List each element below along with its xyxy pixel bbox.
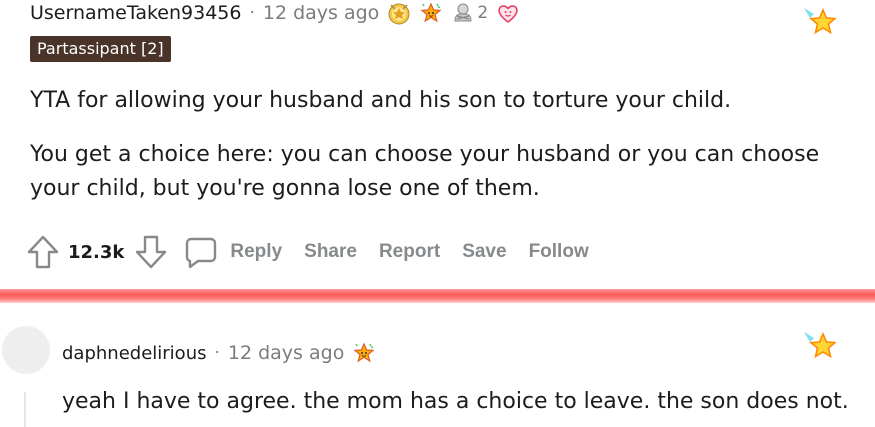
comment-author[interactable]: UsernameTaken93456 (30, 2, 241, 24)
meta-separator: · (249, 3, 255, 23)
reply-button[interactable]: Reply (230, 241, 282, 263)
reply-body: yeah I have to agree. the mom has a choi… (62, 389, 849, 414)
give-award-icon[interactable] (800, 328, 838, 368)
hugz-award-icon[interactable] (451, 1, 475, 25)
award-count: 2 (477, 3, 489, 23)
downvote-arrow-icon[interactable] (134, 234, 168, 270)
comment-timestamp[interactable]: 12 days ago (263, 2, 379, 24)
comment-actions: 12.3k Reply Share Report Save Follow (26, 232, 589, 272)
wholesome-award-icon[interactable] (419, 1, 443, 25)
reply-header: daphnedelirious · 12 days ago (62, 339, 376, 367)
vote-score: 12.3k (68, 241, 125, 263)
save-button[interactable]: Save (462, 241, 506, 263)
comment-header: UsernameTaken93456 · 12 days ago 2 (30, 0, 520, 26)
wholesome-award-icon[interactable] (352, 341, 376, 365)
user-flair: Partassipant [2] (30, 36, 171, 62)
section-divider (0, 289, 875, 303)
give-award-icon[interactable] (800, 4, 838, 44)
upvote-arrow-icon[interactable] (26, 234, 60, 270)
helpful-award-icon[interactable] (387, 1, 411, 25)
report-button[interactable]: Report (379, 241, 440, 263)
share-button[interactable]: Share (304, 241, 357, 263)
follow-button[interactable]: Follow (529, 241, 589, 263)
comment-body: YTA for allowing your husband and his so… (30, 84, 860, 226)
meta-separator: · (214, 343, 220, 363)
thread-line[interactable] (24, 392, 26, 427)
comment-paragraph: You get a choice here: you can choose yo… (30, 142, 820, 201)
comment-paragraph: YTA for allowing your husband and his so… (30, 88, 732, 113)
avatar[interactable] (2, 326, 50, 374)
heart-award-icon[interactable] (496, 1, 520, 25)
reply-author[interactable]: daphnedelirious (62, 343, 206, 364)
comment-bubble-icon[interactable] (184, 235, 218, 269)
reply-timestamp[interactable]: 12 days ago (228, 342, 344, 364)
